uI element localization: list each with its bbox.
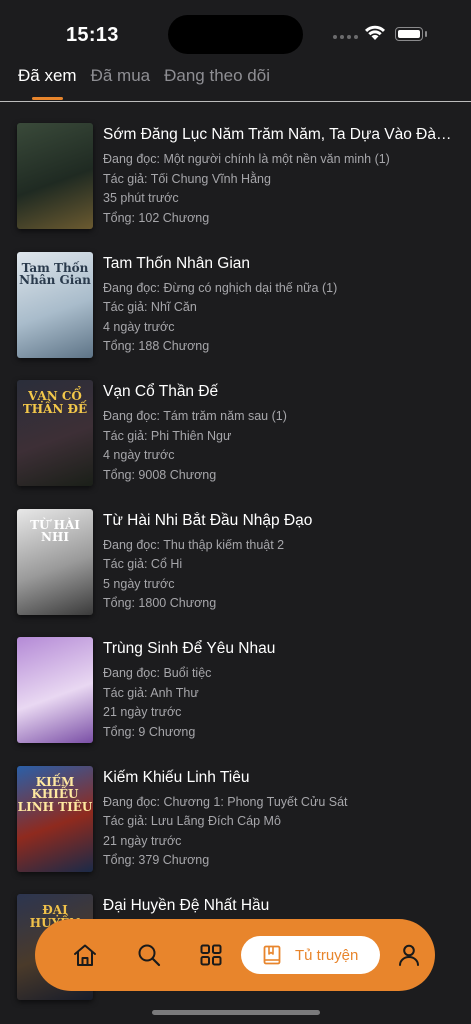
book-cover: VẠN CỔ THẦN ĐẾ	[17, 380, 93, 486]
book-total-chapters: Tổng: 379 Chương	[103, 853, 210, 868]
book-cover: KIẾM KHIẾU LINH TIÊU	[17, 765, 93, 872]
book-author: Tác giả: Cổ Hi	[103, 557, 183, 572]
book-reading-chapter: Đang đọc: Một người chính là một nền văn…	[103, 152, 390, 166]
book-list-item[interactable]: TỪ HÀI NHI Từ Hài Nhi Bắt Đầu Nhập Đạo Đan…	[0, 506, 471, 635]
book-last-read: 21 ngày trước	[103, 833, 182, 848]
search-icon[interactable]	[135, 941, 163, 969]
book-author: Tác giả: Anh Thư	[103, 685, 199, 700]
home-icon[interactable]	[71, 941, 99, 969]
book-cover	[17, 637, 93, 743]
tab-following[interactable]: Đang theo dõi	[164, 66, 270, 100]
cover-title: VẠN CỔ THẦN ĐẾ	[22, 389, 88, 416]
status-time: 15:13	[66, 24, 119, 46]
cover-title: Tam Thốn Nhân Gian	[19, 260, 91, 288]
tab-divider	[0, 101, 471, 102]
bookshelf-icon	[263, 945, 281, 965]
home-indicator	[152, 1010, 320, 1015]
book-reading-chapter: Đang đọc: Tám trăm năm sau (1)	[103, 409, 287, 423]
tab-watched[interactable]: Đã xem	[18, 66, 77, 100]
book-last-read: 35 phút trước	[103, 191, 179, 206]
tab-purchased[interactable]: Đã mua	[91, 66, 151, 100]
book-reading-chapter: Đang đọc: Thu thập kiếm thuật 2	[103, 537, 285, 552]
book-total-chapters: Tổng: 1800 Chương	[103, 596, 217, 611]
book-info: Kiếm Khiếu Linh Tiêu Đang đọc: Chương 1: …	[103, 769, 457, 871]
grid-icon[interactable]	[197, 941, 225, 969]
book-last-read: 5 ngày trước	[103, 576, 175, 591]
book-total-chapters: Tổng: 188 Chương	[103, 339, 210, 354]
book-list-item[interactable]: KIẾM KHIẾU LINH TIÊU Kiếm Khiếu Linh Tiêu…	[0, 763, 471, 892]
profile-icon[interactable]	[395, 941, 423, 969]
book-reading-chapter: Đang đọc: Buổi tiệc	[103, 666, 212, 680]
book-list-item[interactable]: Tam Thốn Nhân Gian Tam Thốn Nhân Gian Đang…	[0, 249, 471, 378]
book-reading-chapter: Đang đọc: Đừng có nghịch dại thế nữa (1)	[103, 280, 338, 295]
cover-title: TỪ HÀI NHI	[30, 517, 80, 545]
book-cover: Tam Thốn Nhân Gian	[17, 251, 93, 358]
book-title: Trùng Sinh Để Yêu Nhau	[103, 640, 276, 657]
dynamic-island	[168, 15, 303, 54]
book-title: Sớm Đăng Lục Năm Trăm Năm, Ta Dựa Vào Đà…	[103, 126, 457, 143]
book-list-item[interactable]: Trùng Sinh Để Yêu Nhau Đang đọc: Buổi tiệ…	[0, 634, 471, 763]
book-list: Sớm Đăng Lục Năm Trăm Năm, Ta Dựa Vào Đà…	[0, 120, 471, 1020]
book-title: Từ Hài Nhi Bắt Đầu Nhập Đạo	[103, 511, 313, 529]
wifi-icon	[365, 25, 385, 40]
bookshelf-tab[interactable]: Tủ truyện	[241, 936, 380, 974]
cellular-signal-icon	[333, 35, 358, 39]
status-bar: 15:13	[0, 0, 471, 60]
book-title: Đại Huyền Đệ Nhất Hầu	[103, 897, 270, 914]
book-info: Tam Thốn Nhân Gian Đang đọc: Đừng có nghị…	[103, 255, 457, 357]
cover-title: KIẾM KHIẾU LINH TIÊU	[17, 774, 93, 814]
book-list-item[interactable]: Sớm Đăng Lục Năm Trăm Năm, Ta Dựa Vào Đà…	[0, 120, 471, 249]
book-cover	[17, 123, 93, 229]
book-total-chapters: Tổng: 102 Chương	[103, 210, 210, 225]
battery-icon	[395, 27, 423, 41]
book-reading-chapter: Đang đọc: Chương 1: Phong Tuyết Cửu Sát	[103, 794, 348, 809]
book-info: Trùng Sinh Để Yêu Nhau Đang đọc: Buổi tiệ…	[103, 640, 457, 742]
book-info: Vạn Cổ Thần Đế Đang đọc: Tám trăm năm sau…	[103, 383, 457, 485]
book-title: Tam Thốn Nhân Gian	[103, 254, 251, 272]
history-tabs: Đã xem Đã mua Đang theo dõi	[18, 66, 284, 100]
bottom-navigation: Tủ truyện	[35, 919, 435, 991]
book-title: Vạn Cổ Thần Đế	[103, 383, 219, 400]
book-info: Sớm Đăng Lục Năm Trăm Năm, Ta Dựa Vào Đà…	[103, 126, 457, 228]
book-title: Kiếm Khiếu Linh Tiêu	[103, 768, 250, 786]
book-last-read: 21 ngày trước	[103, 705, 182, 720]
book-author: Tác giả: Nhĩ Căn	[103, 300, 197, 315]
book-total-chapters: Tổng: 9 Chương	[103, 724, 196, 739]
bookshelf-label: Tủ truyện	[295, 946, 359, 964]
book-last-read: 4 ngày trước	[103, 319, 175, 334]
book-last-read: 4 ngày trước	[103, 448, 175, 463]
book-author: Tác giả: Tối Chung Vĩnh Hằng	[103, 171, 271, 186]
book-list-item[interactable]: VẠN CỔ THẦN ĐẾ Vạn Cổ Thần Đế Đang đọc: Tá…	[0, 377, 471, 506]
book-author: Tác giả: Phi Thiên Ngư	[103, 428, 232, 443]
book-author: Tác giả: Lưu Lãng Đích Cáp Mô	[103, 814, 281, 829]
book-cover: TỪ HÀI NHI	[17, 508, 93, 615]
book-total-chapters: Tổng: 9008 Chương	[103, 467, 217, 482]
book-info: Từ Hài Nhi Bắt Đầu Nhập Đạo Đang đọc: Thu…	[103, 512, 457, 614]
